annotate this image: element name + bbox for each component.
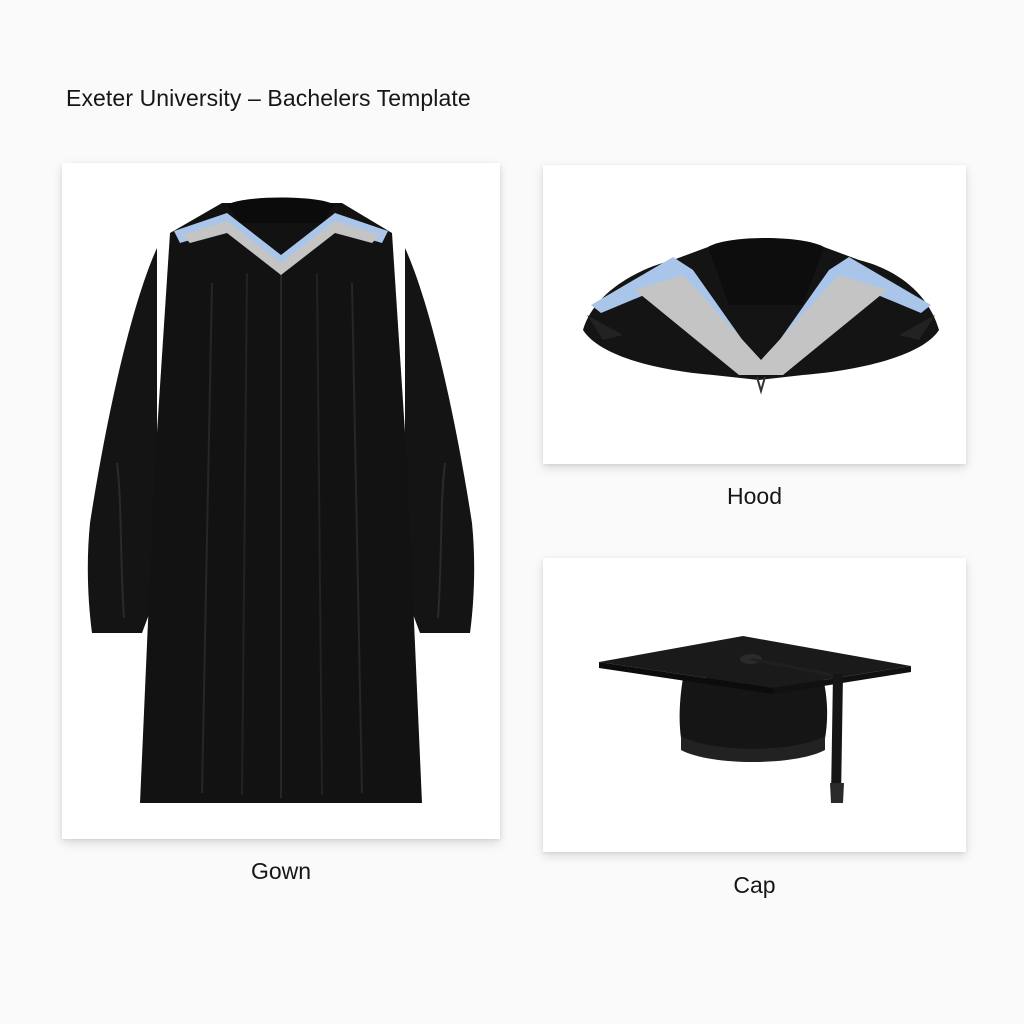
gown-caption: Gown	[250, 858, 312, 884]
hood-image	[583, 238, 939, 395]
template-page: Exeter University – Bachelers Template G…	[0, 0, 1024, 1024]
hood-caption: Hood	[727, 483, 782, 509]
page-title: Exeter University – Bachelers Template	[66, 85, 471, 111]
hood-card	[543, 165, 966, 464]
cap-card	[543, 558, 966, 852]
gown-card	[62, 163, 500, 839]
gown-image	[87, 197, 475, 803]
cap-image	[599, 636, 911, 803]
cap-caption: Cap	[733, 872, 776, 898]
